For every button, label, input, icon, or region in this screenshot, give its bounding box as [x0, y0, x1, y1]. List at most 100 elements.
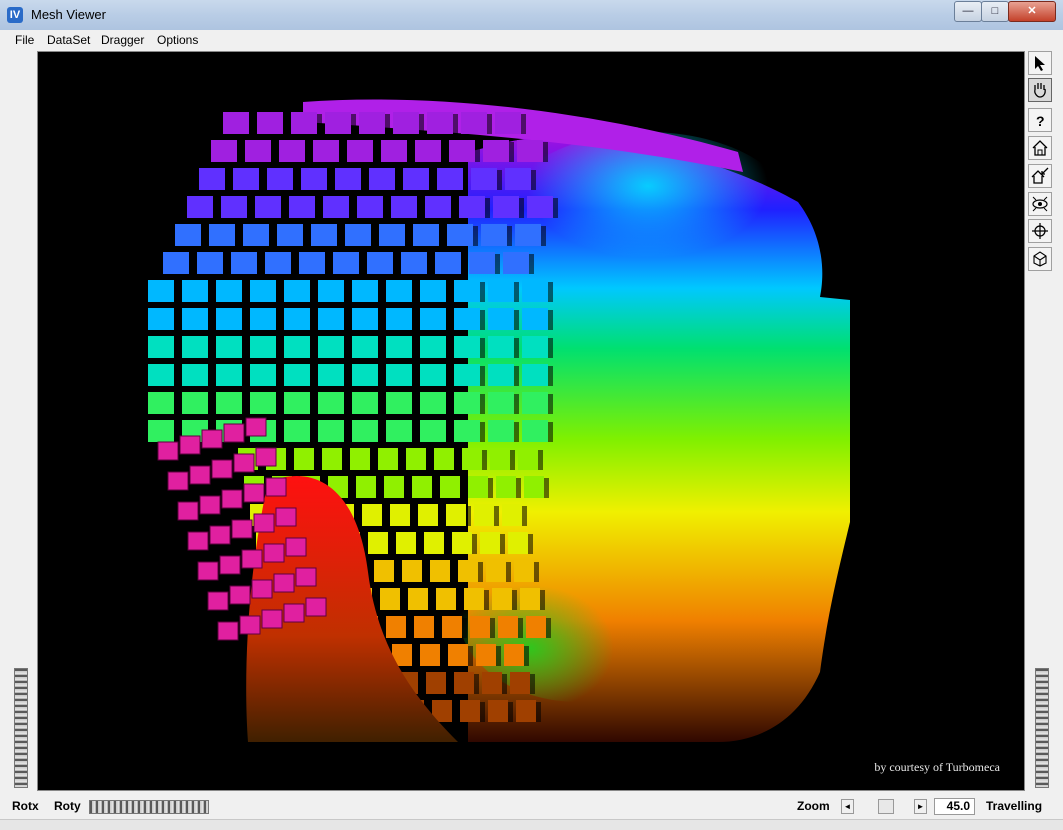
mesh-cube	[148, 336, 174, 358]
mesh-cube-shadow	[428, 590, 433, 610]
view-hand-button[interactable]	[1028, 78, 1052, 102]
mesh-cube	[250, 308, 276, 330]
mesh-cube-shadow	[544, 478, 549, 498]
mesh-cube	[414, 616, 434, 638]
menu-dataset[interactable]: DataSet	[47, 32, 90, 48]
mesh-cube-magenta	[231, 519, 253, 539]
zoom-slider-thumb[interactable]	[878, 799, 894, 814]
zoom-decrease-button[interactable]: ◄	[841, 799, 854, 814]
zoom-slider[interactable]	[860, 799, 916, 814]
mesh-cube	[386, 420, 412, 442]
mesh-cube	[284, 420, 310, 442]
mesh-cube-shadow	[174, 366, 179, 386]
mesh-cube	[148, 364, 174, 386]
mesh-cube	[386, 392, 412, 414]
view-all-button[interactable]	[1028, 192, 1052, 216]
mesh-cube-shadow	[412, 282, 417, 302]
close-button[interactable]: ✕	[1008, 1, 1056, 22]
mesh-cube-shadow	[378, 310, 383, 330]
mesh-cube	[488, 392, 514, 414]
mesh-cube-shadow	[378, 282, 383, 302]
mesh-cube-magenta	[245, 417, 267, 437]
mesh-cube	[318, 308, 344, 330]
mesh-cube-shadow	[468, 646, 473, 666]
mesh-cube-shadow	[271, 142, 276, 162]
mesh-cube	[468, 476, 488, 498]
mesh-cube-shadow	[500, 534, 505, 554]
mesh-cube-shadow	[385, 114, 390, 134]
mesh-cube	[367, 252, 393, 274]
zoom-increase-button[interactable]: ►	[914, 799, 927, 814]
mesh-cube	[522, 364, 548, 386]
roty-thumbwheel[interactable]	[89, 800, 209, 814]
help-button[interactable]: ?	[1028, 108, 1052, 132]
mesh-cube-magenta	[221, 489, 243, 509]
mesh-cube	[471, 168, 497, 190]
home-button[interactable]	[1028, 136, 1052, 160]
mesh-cube	[434, 448, 454, 470]
mesh-cube-shadow	[514, 422, 519, 442]
mesh-cube-shadow	[484, 590, 489, 610]
mesh-cube-shadow	[378, 366, 383, 386]
seek-button[interactable]	[1028, 219, 1052, 243]
mesh-cube-shadow	[378, 338, 383, 358]
mesh-cube-shadow	[276, 282, 281, 302]
travelling-label: Travelling	[986, 799, 1043, 813]
mesh-cube-magenta	[207, 591, 229, 611]
mesh-cube	[406, 448, 426, 470]
minimize-button[interactable]: —	[954, 1, 982, 22]
menu-file[interactable]: File	[15, 32, 34, 48]
mesh-cube	[526, 616, 546, 638]
mesh-cube	[289, 196, 315, 218]
mesh-cube	[481, 224, 507, 246]
mesh-cube-shadow	[242, 338, 247, 358]
3d-viewport[interactable]: by courtesy of Turbomeca	[37, 51, 1025, 791]
mesh-cube-shadow	[418, 674, 423, 694]
mesh-cube-shadow	[521, 114, 526, 134]
mesh-cube-shadow	[416, 534, 421, 554]
right-vertical-thumbwheel[interactable]	[1035, 668, 1049, 788]
mesh-cube-magenta	[241, 549, 263, 569]
mesh-cube-magenta	[199, 495, 221, 515]
mesh-cube	[386, 616, 406, 638]
mesh-cube-shadow	[276, 394, 281, 414]
mesh-cube-shadow	[378, 394, 383, 414]
mesh-cube-magenta	[211, 459, 233, 479]
maximize-button[interactable]: □	[981, 1, 1009, 22]
mesh-cube	[250, 392, 276, 414]
mesh-cube	[362, 504, 382, 526]
mesh-cube-shadow	[376, 478, 381, 498]
mesh-cube-shadow	[208, 338, 213, 358]
mesh-cube-shadow	[519, 198, 524, 218]
select-arrow-icon	[1035, 56, 1045, 71]
select-arrow-button[interactable]	[1028, 51, 1052, 75]
mesh-cube-shadow	[451, 198, 456, 218]
rotx-label: Rotx	[12, 799, 39, 813]
mesh-cube	[335, 168, 361, 190]
set-home-button[interactable]	[1028, 164, 1052, 188]
mesh-cube	[182, 364, 208, 386]
mesh-cube-shadow	[208, 310, 213, 330]
menu-options[interactable]: Options	[157, 32, 198, 48]
mesh-cube-shadow	[529, 254, 534, 274]
zoom-value-field[interactable]: 45.0	[934, 798, 975, 815]
menu-dragger[interactable]: Dragger	[101, 32, 144, 48]
mesh-cube	[454, 336, 480, 358]
mesh-cube-magenta	[223, 423, 245, 443]
mesh-cube-shadow	[400, 590, 405, 610]
mesh-cube	[446, 504, 466, 526]
mesh-cube-shadow	[174, 422, 179, 442]
projection-button[interactable]	[1028, 247, 1052, 271]
left-vertical-thumbwheel[interactable]	[14, 668, 28, 788]
mesh-cube	[197, 252, 223, 274]
mesh-cube-shadow	[446, 674, 451, 694]
roty-label: Roty	[54, 799, 81, 813]
mesh-cube	[436, 588, 456, 610]
mesh-cube	[488, 420, 514, 442]
mesh-cube-shadow	[452, 702, 457, 722]
mesh-cube	[493, 196, 519, 218]
mesh-cube	[380, 588, 400, 610]
mesh-cube-magenta	[243, 483, 265, 503]
menu-bar: File DataSet Dragger Options	[0, 30, 1063, 50]
mesh-cube-shadow	[434, 618, 439, 638]
